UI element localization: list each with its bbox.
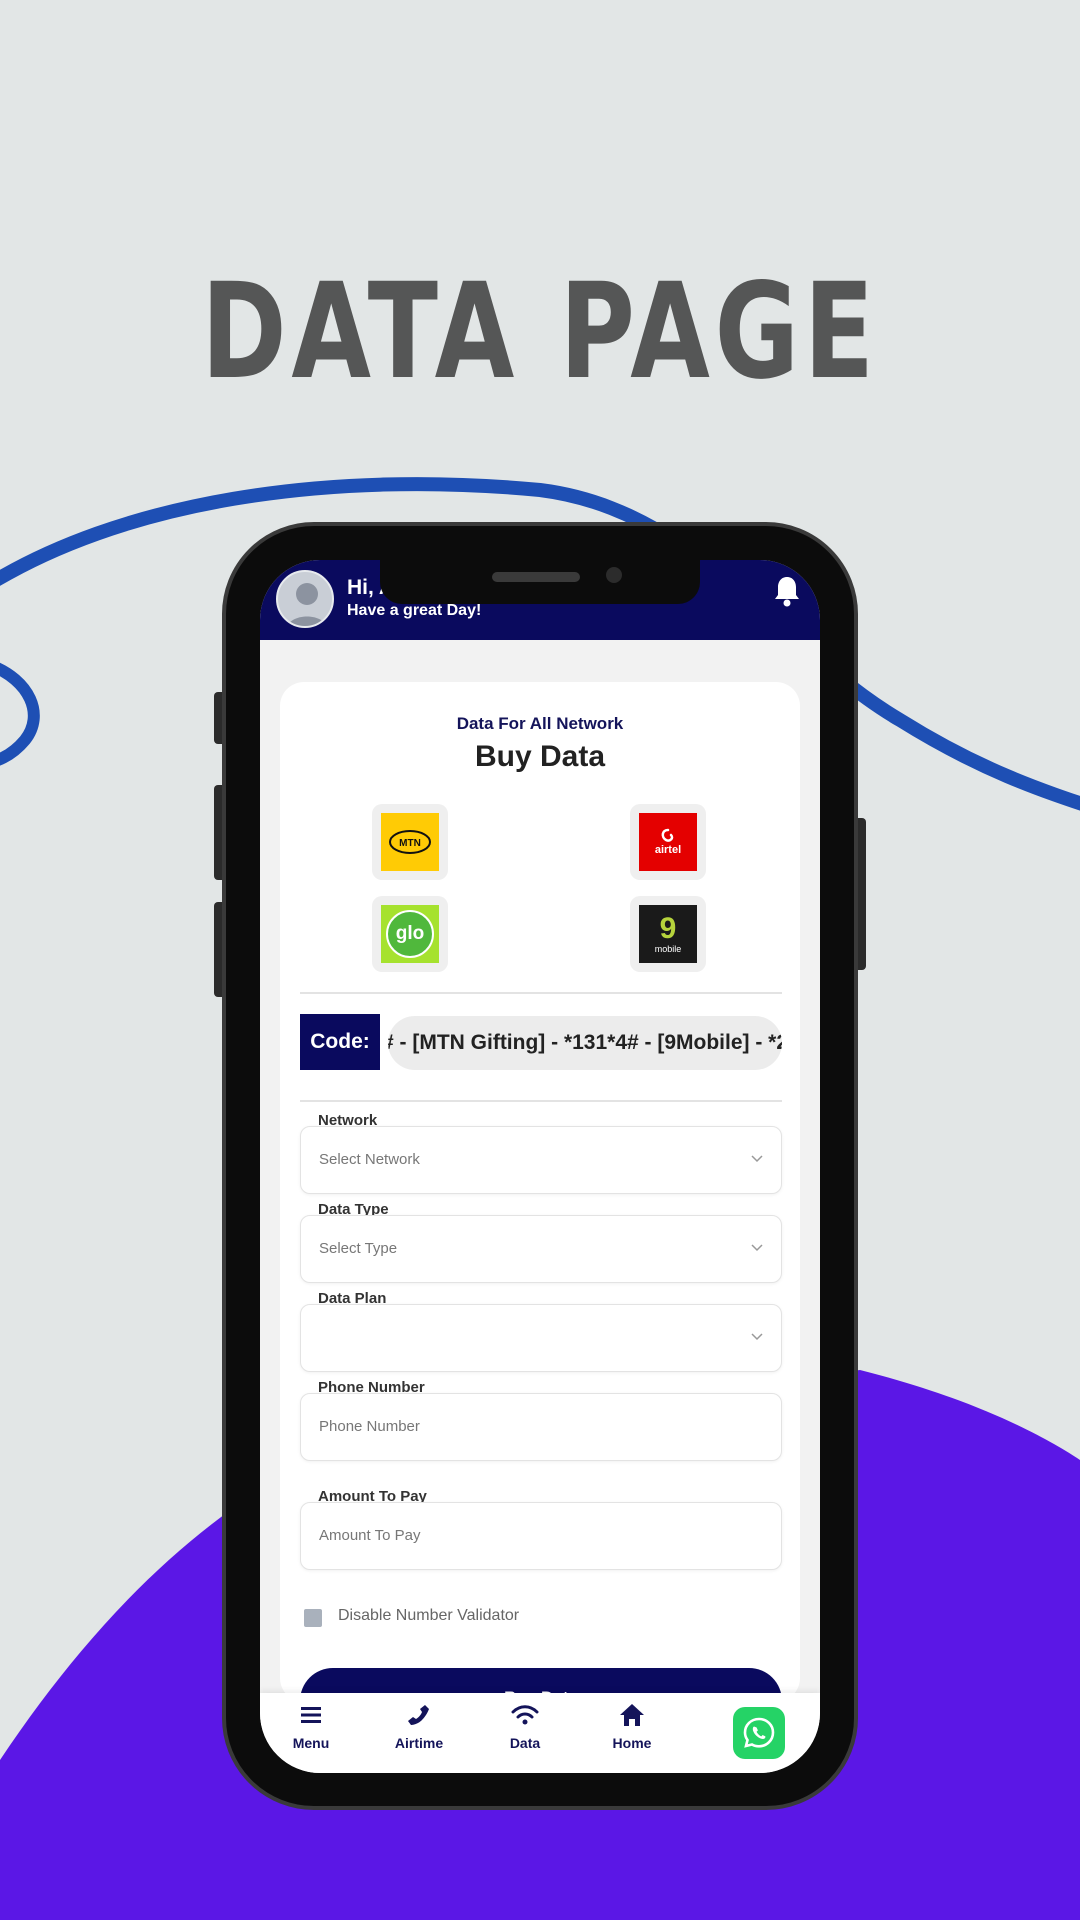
- card-title: Buy Data: [474, 740, 606, 773]
- nav-airtime[interactable]: Airtime: [379, 1701, 459, 1751]
- amount-placeholder: Amount To Pay: [319, 1527, 421, 1544]
- airtel-logo: airtel: [639, 813, 697, 871]
- nav-data[interactable]: Data: [485, 1701, 565, 1751]
- disable-validator-label[interactable]: Disable Number Validator: [338, 1607, 519, 1625]
- glo-logo: glo: [381, 905, 439, 963]
- data-type-select-value: Select Type: [319, 1240, 398, 1257]
- data-plan-select[interactable]: [300, 1304, 782, 1372]
- divider-bottom: [300, 1100, 782, 1102]
- buy-data-card: Data For All Network Buy Data MTN airtel…: [280, 682, 800, 1734]
- card-subtitle: Data For All Network: [456, 714, 624, 733]
- phone-speaker: [492, 572, 580, 582]
- phone-number-placeholder: Phone Number: [319, 1418, 420, 1435]
- whatsapp-icon: [743, 1717, 775, 1748]
- nav-airtime-label: Airtime: [394, 1735, 444, 1751]
- chevron-down-icon: [751, 1244, 763, 1252]
- chevron-down-icon: [751, 1333, 763, 1341]
- data-type-select[interactable]: Select Type: [300, 1215, 782, 1283]
- wifi-icon: [511, 1705, 539, 1725]
- divider-top: [300, 992, 782, 994]
- app-screen: Hi, A Have a great Day! Data For All Net…: [260, 560, 820, 1773]
- code-ticker: # - [MTN Gifting] - *131*4# - [9Mobile] …: [388, 1016, 782, 1070]
- greeting-subtitle: Have a great Day!: [347, 602, 482, 619]
- 9mobile-logo: 9 mobile: [639, 905, 697, 963]
- disable-validator-checkbox[interactable]: [304, 1609, 322, 1627]
- whatsapp-button[interactable]: [733, 1707, 785, 1759]
- code-ticker-text: # - [MTN Gifting] - *131*4# - [9Mobile] …: [388, 1031, 782, 1054]
- bell-icon[interactable]: [772, 574, 802, 608]
- network-tile-9mobile[interactable]: 9 mobile: [630, 896, 706, 972]
- network-tile-glo[interactable]: glo: [372, 896, 448, 972]
- network-select[interactable]: Select Network: [300, 1126, 782, 1194]
- amount-input[interactable]: Amount To Pay: [300, 1502, 782, 1570]
- page-headline: DATA PAGE: [201, 255, 879, 409]
- nav-home[interactable]: Home: [592, 1701, 672, 1751]
- code-label: Code:: [300, 1014, 380, 1070]
- nav-data-label: Data: [509, 1735, 541, 1751]
- nav-menu-label: Menu: [292, 1735, 330, 1751]
- network-select-value: Select Network: [319, 1151, 420, 1168]
- nav-home-label: Home: [612, 1735, 652, 1751]
- menu-icon: [301, 1707, 321, 1723]
- bottom-nav: Menu Airtime Data Home: [260, 1693, 820, 1773]
- phone-icon: [408, 1705, 429, 1725]
- home-icon: [620, 1704, 644, 1726]
- glo-logo-text: glo: [395, 923, 425, 944]
- 9mobile-logo-number: 9: [659, 912, 677, 945]
- phone-number-input[interactable]: Phone Number: [300, 1393, 782, 1461]
- user-avatar-icon[interactable]: [276, 570, 334, 628]
- nav-menu[interactable]: Menu: [271, 1701, 351, 1751]
- network-tile-airtel[interactable]: airtel: [630, 804, 706, 880]
- phone-camera: [606, 567, 622, 583]
- blue-loop: [0, 662, 40, 766]
- chevron-down-icon: [751, 1155, 763, 1163]
- 9mobile-logo-text: mobile: [654, 944, 682, 954]
- mtn-logo-text: MTN: [399, 838, 421, 849]
- phone-notch: [380, 560, 700, 604]
- airtel-logo-text: airtel: [654, 844, 682, 856]
- mtn-logo: MTN: [381, 813, 439, 871]
- network-tile-mtn[interactable]: MTN: [372, 804, 448, 880]
